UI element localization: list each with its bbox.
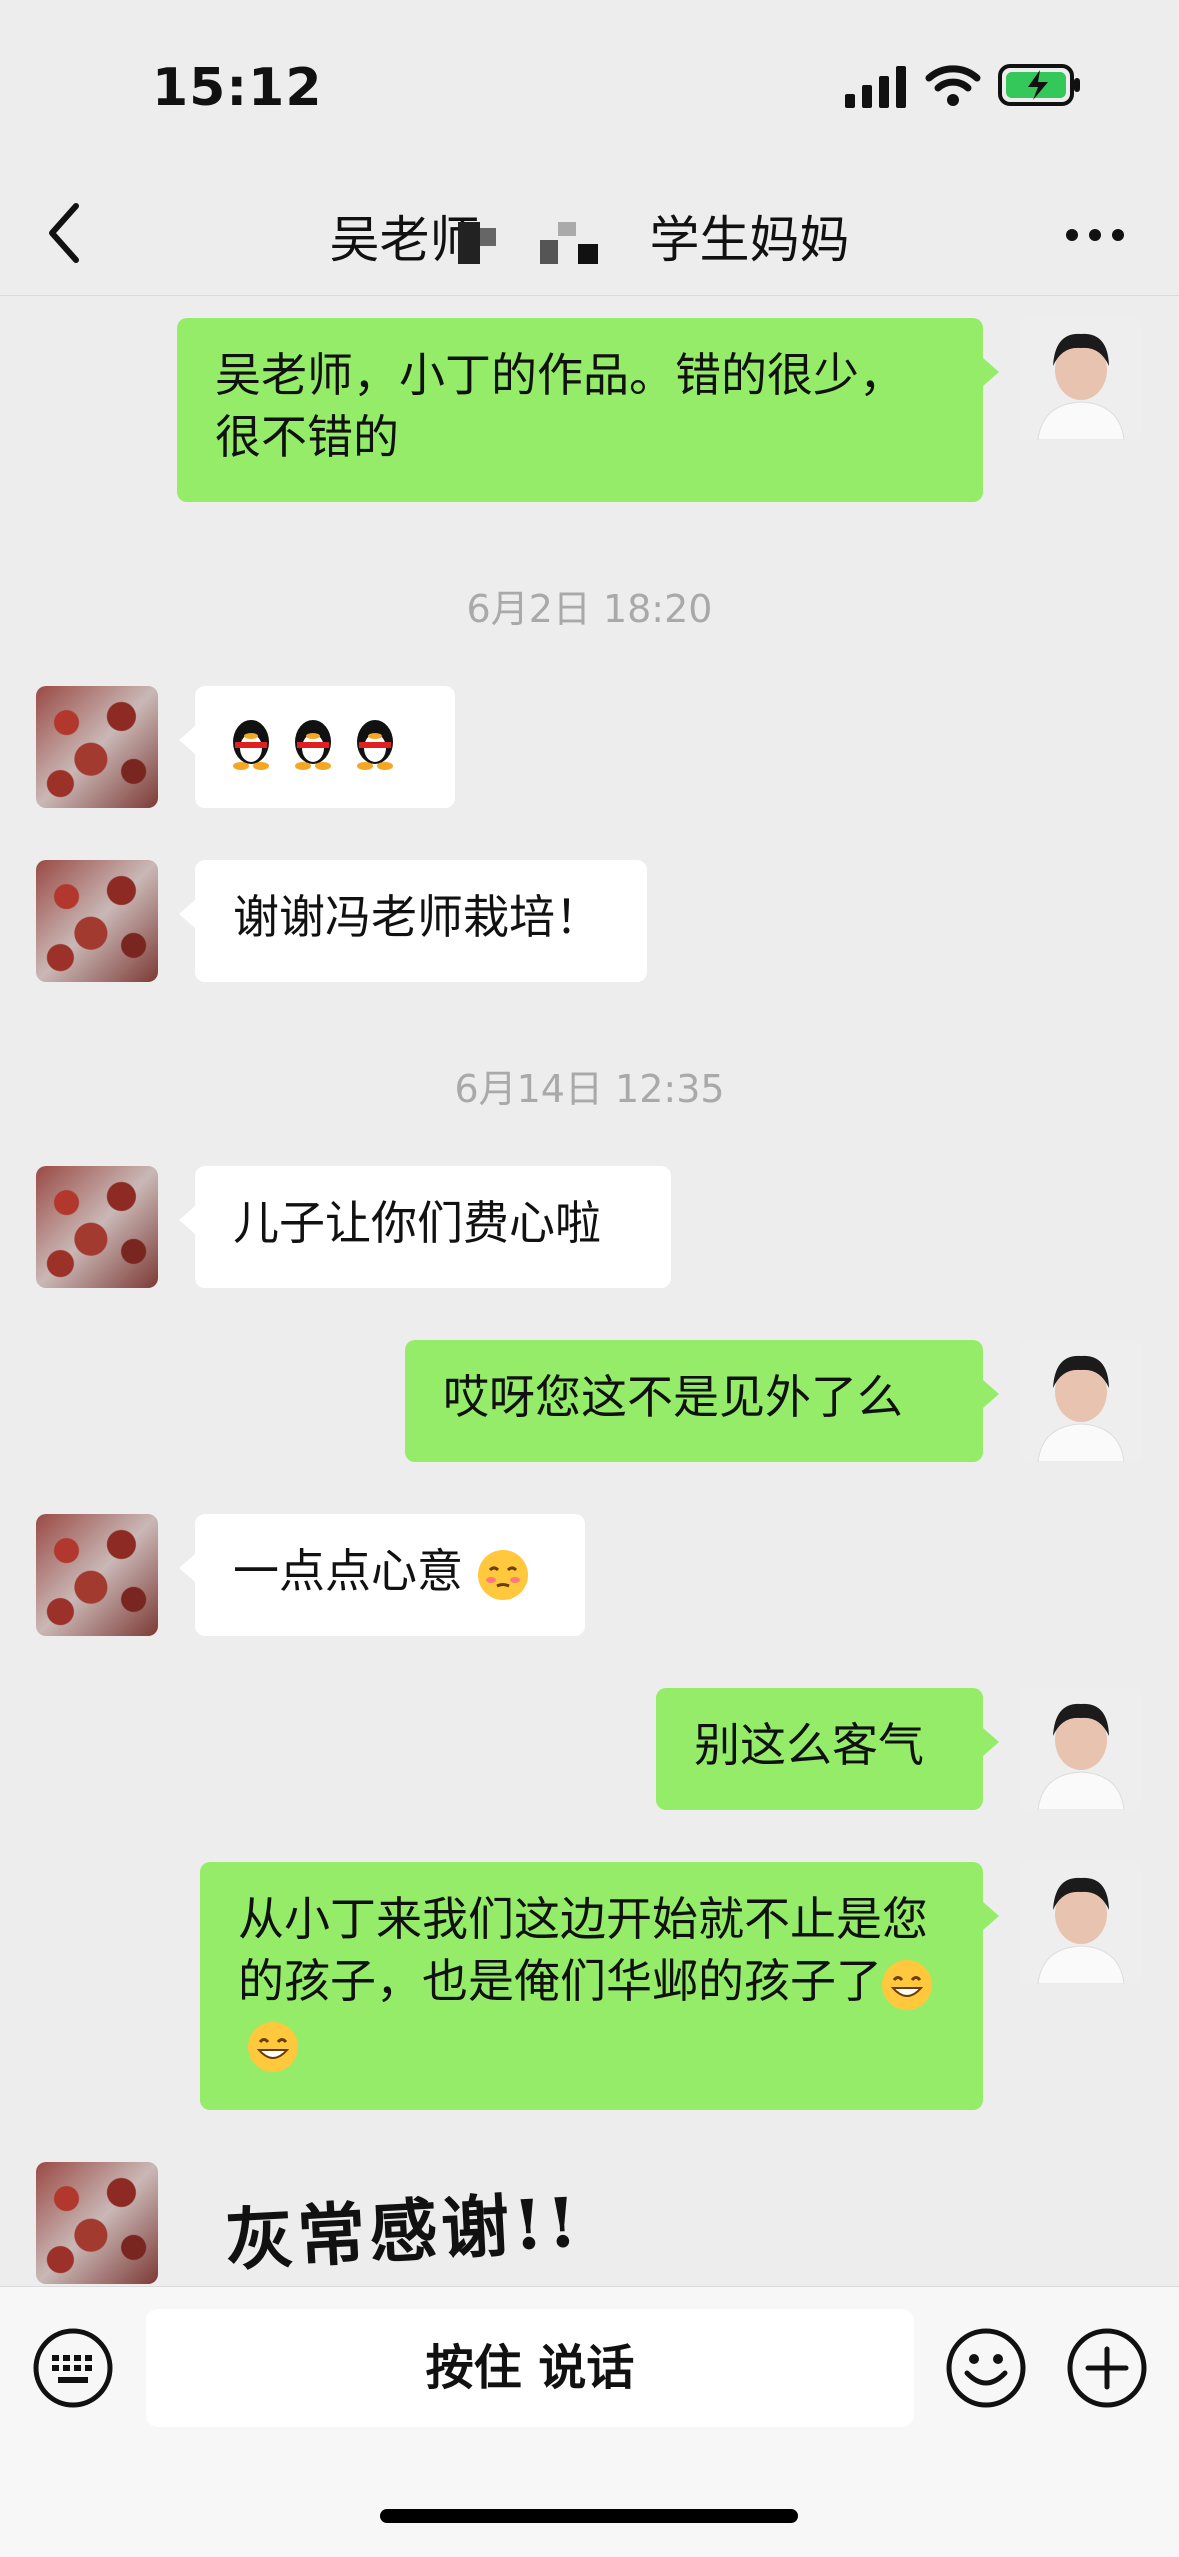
avatar-self[interactable]	[1020, 318, 1142, 440]
input-bar: 按住 说话	[0, 2286, 1179, 2557]
redacted-mosaic	[458, 222, 628, 264]
message-text: 吴老师，小丁的作品。错的很少，很不错的	[215, 348, 905, 464]
home-indicator[interactable]	[380, 2509, 798, 2523]
grin-emoji	[248, 2021, 298, 2072]
message-bubble-received[interactable]: 一点点心意	[179, 1514, 585, 1636]
avatar-contact[interactable]	[36, 2162, 158, 2284]
status-time: 15:12	[152, 58, 323, 118]
message-text: 儿子让你们费心啦	[233, 1196, 601, 1250]
wifi-icon	[925, 65, 981, 106]
message-bubble-sent[interactable]: 哎呀您这不是见外了么	[405, 1340, 999, 1462]
penguin-emoji	[349, 710, 411, 770]
chat-title-suffix: 学生妈妈	[649, 211, 850, 269]
avatar-self[interactable]	[1020, 1862, 1142, 1984]
hold-to-talk-button[interactable]: 按住 说话	[146, 2309, 914, 2427]
timestamp: 6月2日 18:20	[466, 587, 713, 631]
avatar-self[interactable]	[1020, 1688, 1142, 1810]
sticker-message[interactable]: 灰常感谢!!	[223, 2167, 583, 2284]
penguin-emoji	[287, 710, 349, 770]
battery-charging-icon	[998, 64, 1080, 106]
message-text: 哎呀您这不是见外了么	[443, 1370, 903, 1424]
message-list[interactable]: 吴老师，小丁的作品。错的很少，很不错的 6月2日 18:20 谢谢冯老师栽培！ …	[0, 296, 1179, 2286]
avatar-contact[interactable]	[36, 860, 158, 982]
message-text: 一点点心意	[233, 1544, 463, 1598]
message-bubble-sent[interactable]: 吴老师，小丁的作品。错的很少，很不错的	[177, 318, 999, 502]
avatar-self[interactable]	[1020, 1340, 1142, 1462]
message-text: 从小丁来我们这边开始就不止是您的孩子，也是俺们华邺的孩子了	[238, 1892, 928, 2008]
smile-icon[interactable]	[945, 2327, 1027, 2409]
avatar-contact[interactable]	[36, 1514, 158, 1636]
status-bar: 15:12	[0, 0, 1179, 170]
penguin-emoji	[225, 710, 287, 770]
avatar-contact[interactable]	[36, 1166, 158, 1288]
shy-face-emoji	[477, 1549, 528, 1600]
message-bubble-sent[interactable]: 别这么客气	[656, 1688, 999, 1810]
message-bubble-received[interactable]: 儿子让你们费心啦	[179, 1166, 671, 1288]
message-bubble-received[interactable]: 谢谢冯老师栽培！	[179, 860, 647, 982]
cellular-signal-icon	[845, 66, 906, 108]
more-dots-icon[interactable]	[1060, 210, 1130, 260]
keyboard-icon[interactable]	[32, 2327, 114, 2409]
grin-emoji	[882, 1959, 932, 2010]
message-text: 谢谢冯老师栽培！	[233, 890, 601, 944]
chat-title-prefix: 吴老师	[329, 211, 480, 269]
avatar-contact[interactable]	[36, 686, 158, 808]
message-text: 别这么客气	[694, 1718, 924, 1772]
message-bubble-received[interactable]	[179, 686, 455, 808]
chat-header: 吴老师 学生妈妈	[0, 170, 1179, 296]
timestamp: 6月14日 12:35	[454, 1067, 725, 1111]
chevron-left-icon[interactable]	[40, 198, 90, 268]
plus-icon[interactable]	[1066, 2327, 1148, 2409]
message-bubble-sent[interactable]: 从小丁来我们这边开始就不止是您的孩子，也是俺们华邺的孩子了	[200, 1862, 999, 2110]
